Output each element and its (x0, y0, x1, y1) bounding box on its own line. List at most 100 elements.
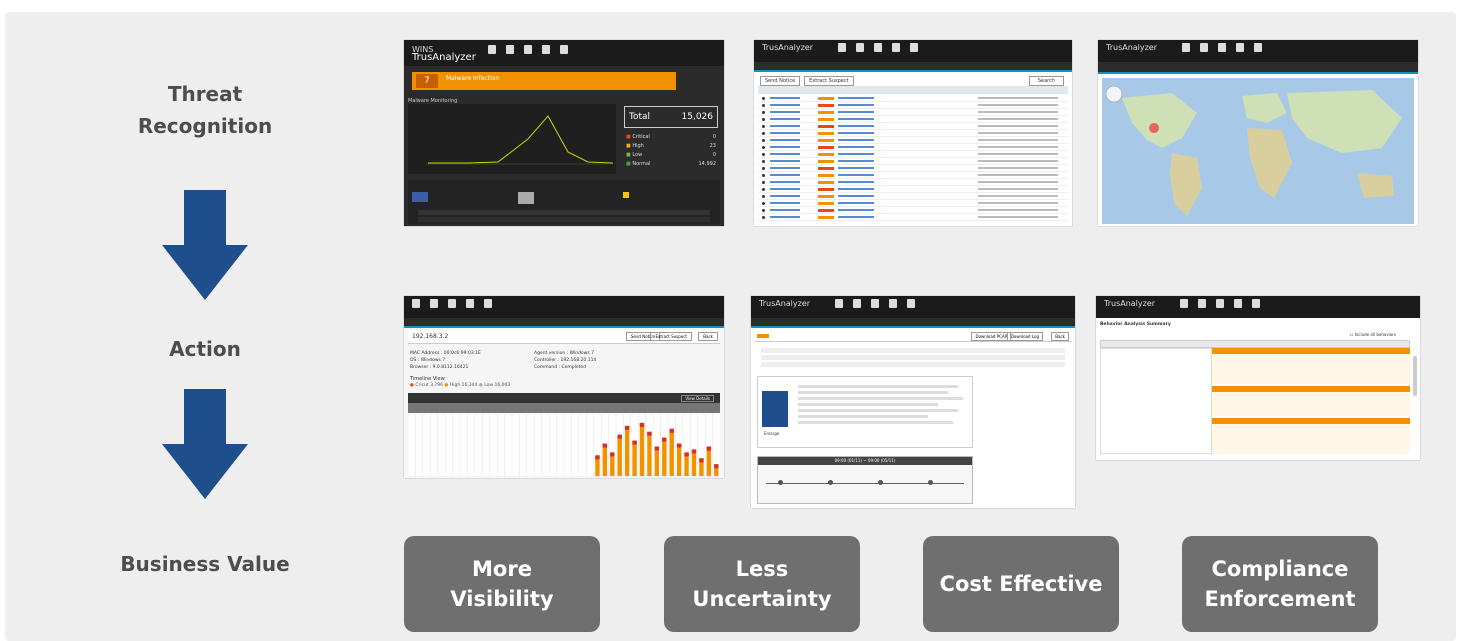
table-row[interactable] (758, 137, 1068, 144)
table-row[interactable] (758, 186, 1068, 193)
table-row[interactable] (758, 207, 1068, 214)
download-log-button[interactable]: Download Log (1006, 332, 1043, 341)
table-row[interactable] (758, 193, 1068, 200)
table-header (758, 86, 1068, 94)
table-row[interactable] (758, 116, 1068, 123)
timeline-bar-critical (639, 422, 645, 427)
table-row[interactable] (758, 179, 1068, 186)
table-row[interactable] (758, 144, 1068, 151)
timeline-bar-critical (654, 446, 660, 451)
behavior-summary-screenshot: TrusAnalyzer Behavior Analysis Summary ☐… (1096, 296, 1420, 460)
back-button[interactable]: Back (698, 332, 718, 341)
dashboard-screenshot: WINS TrusAnalyzer 7 Malware Infection Mal… (404, 40, 724, 226)
scrollbar[interactable] (1413, 356, 1417, 396)
timeline-bar (676, 443, 682, 476)
timeline-bar (669, 428, 674, 476)
timeline-bar-critical (706, 446, 712, 451)
business-value-less-uncertainty: Less Uncertainty (664, 536, 860, 632)
business-value-compliance-enforcement: Compliance Enforcement (1182, 536, 1378, 632)
row-label-business-value: Business Value (120, 552, 290, 576)
host-header: 192.168.3.2 Send Notice Extract Suspect … (408, 330, 720, 344)
row-label-threat-recognition: Threat Recognition (137, 82, 273, 138)
include-all-checkbox[interactable]: ☐ Include all behaviors (1350, 332, 1396, 337)
table-row[interactable] (758, 123, 1068, 130)
business-value-more-visibility: More Visibility (404, 536, 600, 632)
brand-logo: TrusAnalyzer (759, 299, 811, 308)
alert-bar: 7 Malware Infection (412, 72, 676, 90)
timeline-bar-critical (610, 452, 615, 457)
timeline-bar-critical (662, 437, 667, 442)
timeline-bar-critical (714, 464, 719, 469)
timeline-bar (624, 425, 630, 476)
table-row[interactable] (758, 109, 1068, 116)
table-row[interactable] (758, 102, 1068, 109)
timeline-bar-critical (632, 440, 637, 445)
host-info-right: Agent version : Windows 7 Controller : 1… (534, 351, 597, 370)
timeline-bar-critical (624, 425, 630, 430)
down-arrow-icon (162, 389, 248, 499)
timeline-bar (654, 446, 660, 476)
behavior-summary-title: Behavior Analysis Summary (1100, 322, 1171, 327)
threat-map-screenshot: TrusAnalyzer (1098, 40, 1418, 226)
table-row[interactable] (758, 172, 1068, 179)
brand-logo: TrusAnalyzer (1104, 299, 1156, 308)
business-value-cost-effective: Cost Effective (923, 536, 1119, 632)
top-hosts-panels (408, 180, 720, 224)
timeline-bar (602, 443, 608, 476)
timeline-bar (639, 422, 645, 476)
table-row[interactable] (758, 165, 1068, 172)
extract-suspect-button[interactable]: Extract Suspect (650, 332, 692, 341)
table-row[interactable] (758, 130, 1068, 137)
brand-logo: TrusAnalyzer (1106, 43, 1158, 52)
extract-suspect-button[interactable]: Extract Suspect (804, 76, 854, 86)
timeline-bar-critical (647, 431, 652, 436)
host-table-body (758, 95, 1068, 221)
enlarge-link[interactable]: Enlarge (764, 431, 779, 436)
table-row[interactable] (758, 151, 1068, 158)
table-row[interactable] (758, 95, 1068, 102)
table-row[interactable] (758, 214, 1068, 221)
timeline-bar (647, 431, 652, 476)
file-icon (762, 391, 788, 427)
timeline-bar-critical (699, 458, 704, 463)
table-row[interactable] (758, 158, 1068, 165)
alert-title: Malware Infection (446, 75, 500, 82)
timeline-bar (706, 446, 712, 476)
malware-detail-screenshot: TrusAnalyzer Download PCAP Download Log … (751, 296, 1075, 508)
timeline-bar-critical (602, 443, 608, 448)
timeline-bar (617, 434, 622, 476)
behavior-table-header (1100, 340, 1410, 348)
timeline-header: View Details (408, 393, 720, 403)
host-ip: 192.168.3.2 (412, 333, 449, 340)
table-row[interactable] (758, 200, 1068, 207)
host-info-left: MAC Address : 00:0c6:99:03:1E OS : Windo… (410, 351, 481, 370)
host-table-screenshot: TrusAnalyzer Send Notice Extract Suspect… (754, 40, 1072, 226)
timeline-chart (408, 403, 720, 476)
malware-header: Download PCAP Download Log Back (755, 332, 1071, 342)
behavior-box: Enlarge (757, 376, 973, 448)
level-list: ■ Critical 0 ■ High 23 ■ Low 0 ■ Normal 14,9… (626, 134, 716, 167)
timeline-bar (632, 440, 637, 476)
download-pcap-button[interactable]: Download PCAP (971, 332, 1011, 341)
send-notice-button[interactable]: Send Notice (760, 76, 801, 86)
timeline-bar-critical (676, 443, 682, 448)
down-arrow-icon (162, 190, 248, 300)
back-button[interactable]: Back (1051, 332, 1069, 341)
timeline-bar (662, 437, 667, 476)
alert-level: 7 (416, 74, 438, 88)
timeline-bar-critical (691, 449, 697, 454)
malware-line-chart (408, 104, 616, 174)
timeline-bar-critical (595, 455, 600, 460)
event-timeline: 09:00 (01/11) ~ 09:00 (05/11) (757, 456, 973, 504)
timeline-bar-critical (684, 452, 689, 457)
search-button[interactable]: Search (1028, 76, 1064, 86)
world-map (1102, 78, 1414, 224)
timeline-title: Timeline View (410, 376, 445, 382)
total-box: Total 15,026 (624, 106, 718, 128)
row-label-action: Action (169, 337, 241, 361)
view-details-button[interactable]: View Details (681, 395, 714, 402)
table-toolbar: Send Notice Extract Suspect (760, 76, 854, 86)
brand-logo: WINS TrusAnalyzer (412, 45, 476, 63)
brand-logo: TrusAnalyzer (762, 43, 814, 52)
timeline-bar-critical (617, 434, 622, 439)
